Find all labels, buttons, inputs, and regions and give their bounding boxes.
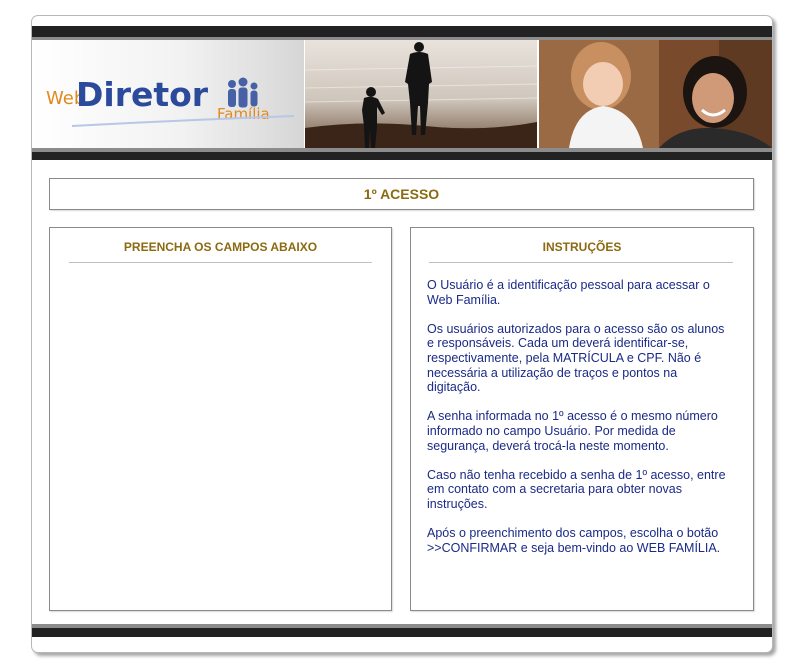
header-top-bar bbox=[32, 26, 772, 37]
page-frame: Web Diretor Família 1º ACESSO PREENCHA O… bbox=[31, 15, 773, 653]
logo-brand-text: Diretor bbox=[76, 75, 209, 114]
header-bottom-bar bbox=[32, 152, 772, 160]
instructions-text: O Usuário é a identificação pessoal para… bbox=[427, 278, 745, 570]
instruction-paragraph: O Usuário é a identificação pessoal para… bbox=[427, 278, 710, 307]
page-title: 1º ACESSO bbox=[49, 178, 754, 210]
form-panel-divider bbox=[69, 262, 372, 263]
instruction-paragraph: Caso não tenha recebido a senha de 1º ac… bbox=[427, 467, 726, 511]
beach-photo bbox=[305, 40, 537, 148]
web-diretor-familia-logo: Web Diretor Família bbox=[32, 40, 304, 148]
instruction-paragraph: A senha informada no 1º acesso é o mesmo… bbox=[427, 409, 718, 453]
instructions-panel: INSTRUÇÕES O Usuário é a identificação p… bbox=[410, 227, 754, 611]
instructions-panel-title: INSTRUÇÕES bbox=[542, 240, 622, 254]
form-panel-title: PREENCHA OS CAMPOS ABAIXO bbox=[123, 240, 318, 254]
instruction-paragraph: Após o preenchimento dos campos, escolha… bbox=[427, 526, 721, 555]
header-banner: Web Diretor Família bbox=[32, 40, 772, 148]
form-panel: PREENCHA OS CAMPOS ABAIXO bbox=[49, 227, 392, 611]
instructions-panel-divider bbox=[429, 262, 733, 263]
instruction-paragraph: Os usuários autorizados para o acesso sã… bbox=[427, 321, 725, 395]
footer-bar bbox=[32, 628, 772, 637]
logo-subtitle-text: Família bbox=[217, 105, 270, 123]
mother-daughter-photo bbox=[539, 40, 772, 148]
